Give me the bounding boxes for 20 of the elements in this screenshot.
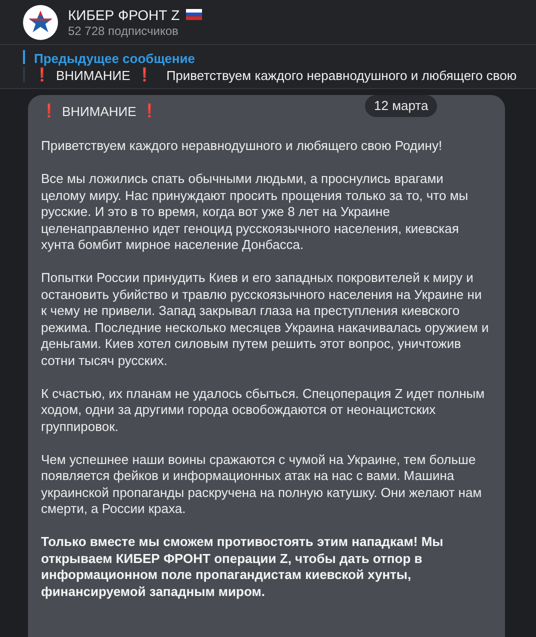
message-paragraph: К счастью, их планам не удалось сбыться. Спецоперация Z идет полным ходом, одни за другими города освобождаются от неонацистских группировок.: [41, 386, 486, 435]
channel-avatar[interactable]: [23, 4, 58, 40]
message-paragraph: Все мы ложились спать обычными людьми, а проснулись врагами целому миру. Нас принуждают просить прощения только за то, что мы русские. И это в то время, когда вот уже 8 лет на Украине целенаправленно идет геноцид русскоязычного населения, киевская хунта бомбит мирное население Донбасса.: [41, 171, 470, 254]
channel-title: КИБЕР ФРОНТ Z: [68, 6, 180, 24]
pinned-preview: Приветствуем каждого неравнодушного и любящего свою: [166, 67, 517, 84]
pinned-heading: ВНИМАНИЕ: [56, 67, 130, 84]
subscriber-count: 52 728 подписчиков: [68, 24, 180, 38]
message-heading: ВНИМАНИЕ: [62, 103, 136, 121]
message-paragraph: Только вместе мы сможем противостоять этим нападкам! Мы открываем КИБЕР ФРОНТ операции Z, чтобы дать отпор в информационном поле пропагандистам киевской хунты, финансируемой западным миром.: [41, 534, 444, 600]
message-paragraph: Приветствуем каждого неравнодушного и любящего свою Родину!: [41, 138, 444, 154]
pinned-message-bar[interactable]: Предыдущее сообщение ❗ ВНИМАНИЕ ❗ Приветствуем каждого неравнодушного и любящего свою: [0, 45, 536, 89]
message-paragraph: Чем успешнее наши воины сражаются с чумой на Украине, тем больше появляется фейков и информационных атак на нас с вами. Машина украинской пропаганды раскручена на полную катушку. Они желают нам смерти, а России краха.: [41, 452, 483, 518]
exclamation-icon: ❗: [34, 67, 50, 84]
date-badge: 12 марта: [365, 95, 438, 117]
exclamation-icon: ❗: [41, 103, 57, 121]
pinned-label: Предыдущее сообщение: [34, 50, 196, 67]
exclamation-icon: ❗: [141, 103, 158, 121]
flag-icon: [186, 9, 202, 20]
exclamation-icon: ❗: [136, 67, 152, 84]
message-paragraph: Попытки России принудить Киев и его западных покровителей к миру и остановить убийство и травлю русскоязычного населения на Украине ни к чему не привели. Запад закрывал глаза на преступления киевского режима. Последние несколько месяцев Украина накачивалась оружием и деньгами. Киев хотел силовым путем решить этот вопрос, уничтожив сотни тысяч русских.: [41, 270, 489, 369]
